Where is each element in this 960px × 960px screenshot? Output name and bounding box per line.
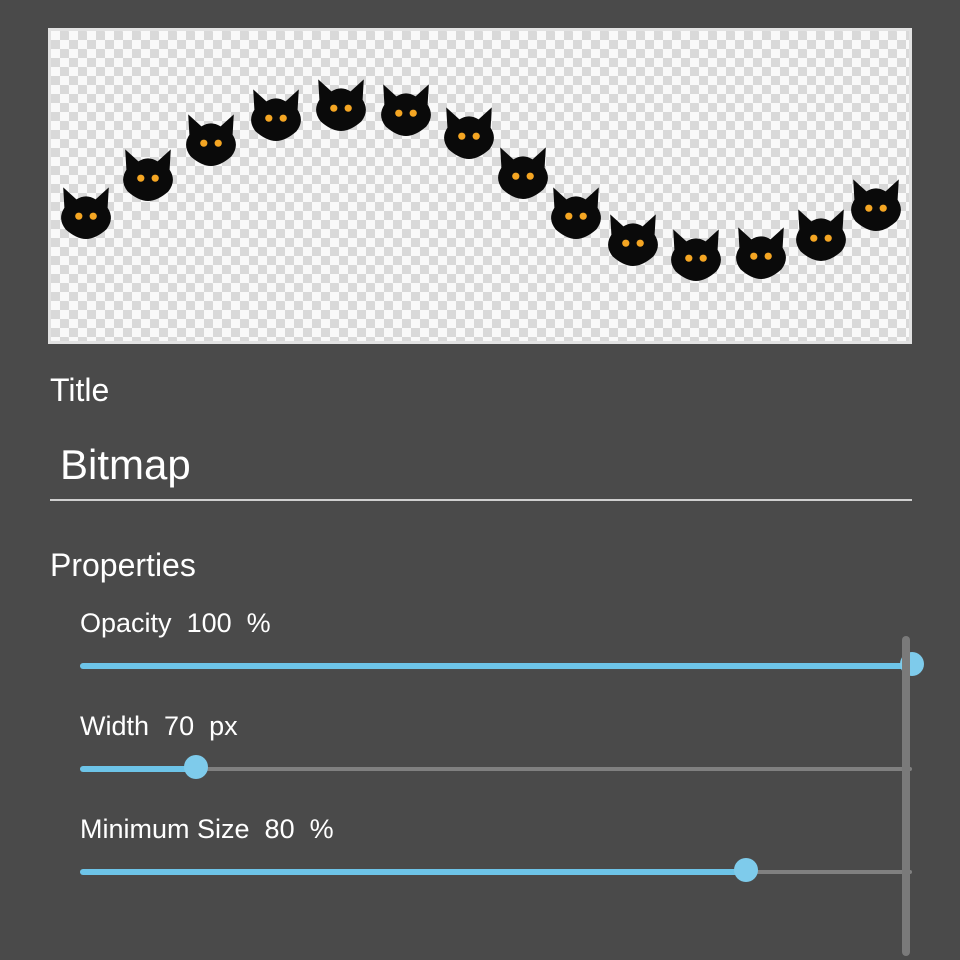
properties-panel: Opacity 100 % Width 70 px Minimum Size 8… — [80, 608, 912, 875]
cat-icon — [791, 201, 851, 261]
slider-thumb[interactable] — [184, 755, 208, 779]
opacity-slider[interactable] — [80, 661, 912, 669]
minimum-size-label: Minimum Size — [80, 814, 250, 844]
cat-icon — [439, 99, 499, 159]
opacity-label: Opacity — [80, 608, 172, 638]
width-value: 70 — [164, 711, 194, 741]
cat-icon — [493, 139, 553, 199]
opacity-unit: % — [247, 608, 271, 638]
scrollbar[interactable] — [902, 636, 910, 956]
cat-icon — [181, 106, 241, 166]
width-unit: px — [209, 711, 238, 741]
width-label: Width — [80, 711, 149, 741]
opacity-property: Opacity 100 % — [80, 608, 912, 669]
cat-icon — [311, 71, 371, 131]
cat-icon — [118, 141, 178, 201]
cat-icon — [56, 179, 116, 239]
width-property: Width 70 px — [80, 711, 912, 772]
slider-thumb[interactable] — [734, 858, 758, 882]
cat-icon — [546, 179, 606, 239]
cat-icon — [666, 221, 726, 281]
cat-icon — [246, 81, 306, 141]
cat-icon — [731, 219, 791, 279]
title-label: Title — [50, 372, 960, 409]
properties-heading: Properties — [50, 547, 960, 584]
cat-icon — [376, 76, 436, 136]
minimum-size-value: 80 — [265, 814, 295, 844]
minimum-size-property: Minimum Size 80 % — [80, 814, 912, 875]
minimum-size-unit: % — [310, 814, 334, 844]
minimum-size-slider[interactable] — [80, 867, 912, 875]
width-slider[interactable] — [80, 764, 912, 772]
cat-icon — [846, 171, 906, 231]
brush-preview-canvas — [48, 28, 912, 344]
opacity-value: 100 — [187, 608, 232, 638]
title-input[interactable]: Bitmap — [50, 435, 912, 501]
cat-icon — [603, 206, 663, 266]
